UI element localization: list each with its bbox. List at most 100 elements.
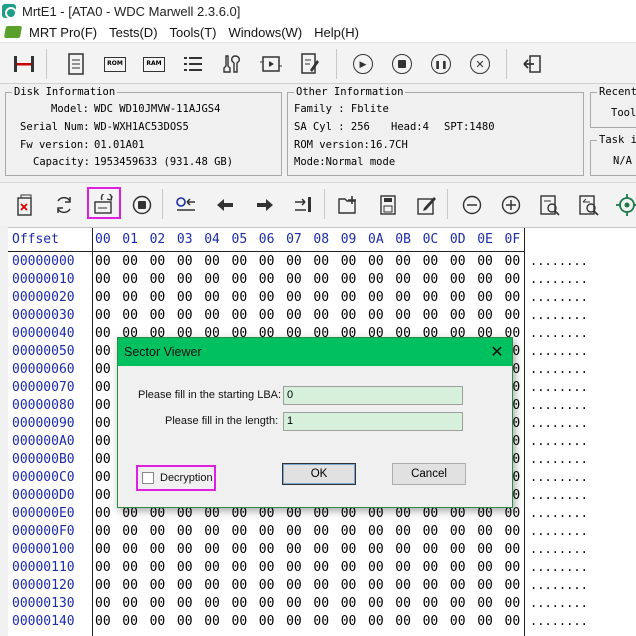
recent-item[interactable]: Tool [611,107,636,119]
title-bar: MrtE1 - [ATA0 - WDC Marwell 2.3.6.0] [0,0,636,22]
recent-title: Recent [597,86,636,98]
column-header: 0D [449,232,466,247]
delete-page-icon[interactable] [13,193,37,217]
row-ascii: ........ [530,470,588,484]
capacity-label: Capacity: [33,156,90,168]
hex-row[interactable]: 000000F0 00 00 00 00 00 00 00 00 00 00 00 00 00 00 00 00… [8,524,636,542]
row-offset: 00000140 [12,614,75,629]
head-value: Head:4 [391,121,429,133]
row-offset: 000000F0 [12,524,75,539]
goto-start-icon[interactable] [174,193,198,217]
model-value: WDC WD10JMVW-11AJGS4 [94,103,221,115]
hex-row[interactable]: 00000100 00 00 00 00 00 00 00 00 00 00 00 00 00 00 00 00… [8,542,636,560]
menu-mrt-pro[interactable]: MRT Pro(F) [29,25,97,40]
previous-arrow-icon[interactable] [213,193,237,217]
screen-icon[interactable] [257,50,285,78]
dialog-title-bar[interactable]: Sector Viewer ✕ [118,338,512,366]
goto-end-icon[interactable] [292,193,316,217]
menu-help[interactable]: Help(H) [314,25,359,40]
capacity-value: 1953459633 (931.48 GB) [94,156,234,168]
hex-row[interactable]: 00000000 00 00 00 00 00 00 00 00 00 00 00 00 00 00 00 00… [8,254,636,272]
hex-row[interactable]: 00000110 00 00 00 00 00 00 00 00 00 00 00 00 00 00 00 00… [8,560,636,578]
dialog-title: Sector Viewer [124,345,202,359]
ram-icon[interactable]: RAM [140,50,168,78]
column-header: 04 [204,232,220,247]
list-icon[interactable] [179,50,207,78]
target-icon[interactable] [615,193,636,217]
row-offset: 00000090 [12,416,75,431]
refresh-icon[interactable] [52,193,76,217]
row-ascii: ........ [530,254,588,268]
column-header: 0A [368,232,384,247]
search-document-icon[interactable] [538,193,562,217]
stop-icon[interactable] [388,50,416,78]
close-icon[interactable]: ✕ [488,342,506,362]
column-header: 05 [231,232,248,247]
row-offset: 00000100 [12,542,75,557]
length-input[interactable]: 1 [283,412,463,431]
column-header: 02 [149,232,166,247]
document-icon[interactable] [62,50,90,78]
write-icon[interactable] [415,193,439,217]
stop-record-icon[interactable] [130,193,154,217]
row-offset: 00000060 [12,362,75,377]
row-ascii: ........ [530,452,588,466]
row-ascii: ........ [530,560,588,574]
column-header: 06 [258,232,275,247]
menu-tests[interactable]: Tests(D) [109,25,157,40]
rom-version-value: ROM version:16.7CH [294,139,408,151]
decryption-checkbox-highlight[interactable]: Decryption [136,465,216,491]
row-offset: 00000120 [12,578,75,593]
row-ascii: ........ [530,596,588,610]
decryption-checkbox[interactable] [142,472,154,484]
row-offset: 000000A0 [12,434,75,449]
cancel-icon[interactable]: ✕ [466,50,494,78]
hex-row[interactable]: 00000030 00 00 00 00 00 00 00 00 00 00 00 00 00 00 00 00… [8,308,636,326]
row-ascii: ........ [530,290,588,304]
export-search-icon[interactable] [577,193,601,217]
row-ascii: ........ [530,416,588,430]
edit-document-icon[interactable] [296,50,324,78]
sector-viewer-highlight [87,187,121,219]
row-ascii: ........ [530,506,588,520]
next-arrow-icon[interactable] [253,193,277,217]
serial-label: Serial Num: [20,121,90,133]
window-title: MrtE1 - [ATA0 - WDC Marwell 2.3.6.0] [22,3,241,19]
row-offset: 000000C0 [12,470,75,485]
save-icon[interactable] [376,193,400,217]
menu-tools[interactable]: Tools(T) [170,25,217,40]
cancel-button[interactable]: Cancel [392,463,466,485]
zoom-out-icon[interactable] [460,193,484,217]
rom-icon[interactable]: ROM [101,50,129,78]
hex-row[interactable]: 00000130 00 00 00 00 00 00 00 00 00 00 00 00 00 00 00 00… [8,596,636,614]
hex-row[interactable]: 00000020 00 00 00 00 00 00 00 00 00 00 00 00 00 00 00 00… [8,290,636,308]
spt-value: SPT:1480 [444,121,495,133]
row-ascii: ........ [530,308,588,322]
app-logo-icon [2,4,17,19]
row-offset: 00000080 [12,398,75,413]
hex-row[interactable]: 00000120 00 00 00 00 00 00 00 00 00 00 00 00 00 00 00 00… [8,578,636,596]
menu-app-icon[interactable] [3,26,23,38]
zoom-in-icon[interactable] [499,193,523,217]
column-header: 0C [422,232,439,247]
row-ascii: ........ [530,434,588,448]
disk-information-panel: Disk Information Model: WDC WD10JMVW-11A… [5,86,282,176]
menu-windows[interactable]: Windows(W) [228,25,302,40]
ok-button[interactable]: OK [282,463,356,485]
row-ascii: ........ [530,326,588,340]
main-toolbar: ROM RAM ▶ ❚❚ ✕ [0,42,636,84]
row-offset: 00000030 [12,308,75,323]
play-icon[interactable]: ▶ [349,50,377,78]
sa-cyl-value: SA Cyl : 256 [294,121,370,133]
row-ascii: ........ [530,488,588,502]
hex-row[interactable]: 000000E0 00 00 00 00 00 00 00 00 00 00 00 00 00 00 00 00… [8,506,636,524]
disk-select-icon[interactable] [10,50,38,78]
new-folder-icon[interactable] [336,193,360,217]
hex-row[interactable]: 00000140 00 00 00 00 00 00 00 00 00 00 00 00 00 00 00 00… [8,614,636,632]
task-panel: Task i N/A [590,134,636,176]
exit-icon[interactable] [518,50,546,78]
hex-row[interactable]: 00000010 00 00 00 00 00 00 00 00 00 00 00 00 00 00 00 00… [8,272,636,290]
lba-input[interactable]: 0 [283,386,463,405]
pause-icon[interactable]: ❚❚ [427,50,455,78]
tools-icon[interactable] [218,50,246,78]
